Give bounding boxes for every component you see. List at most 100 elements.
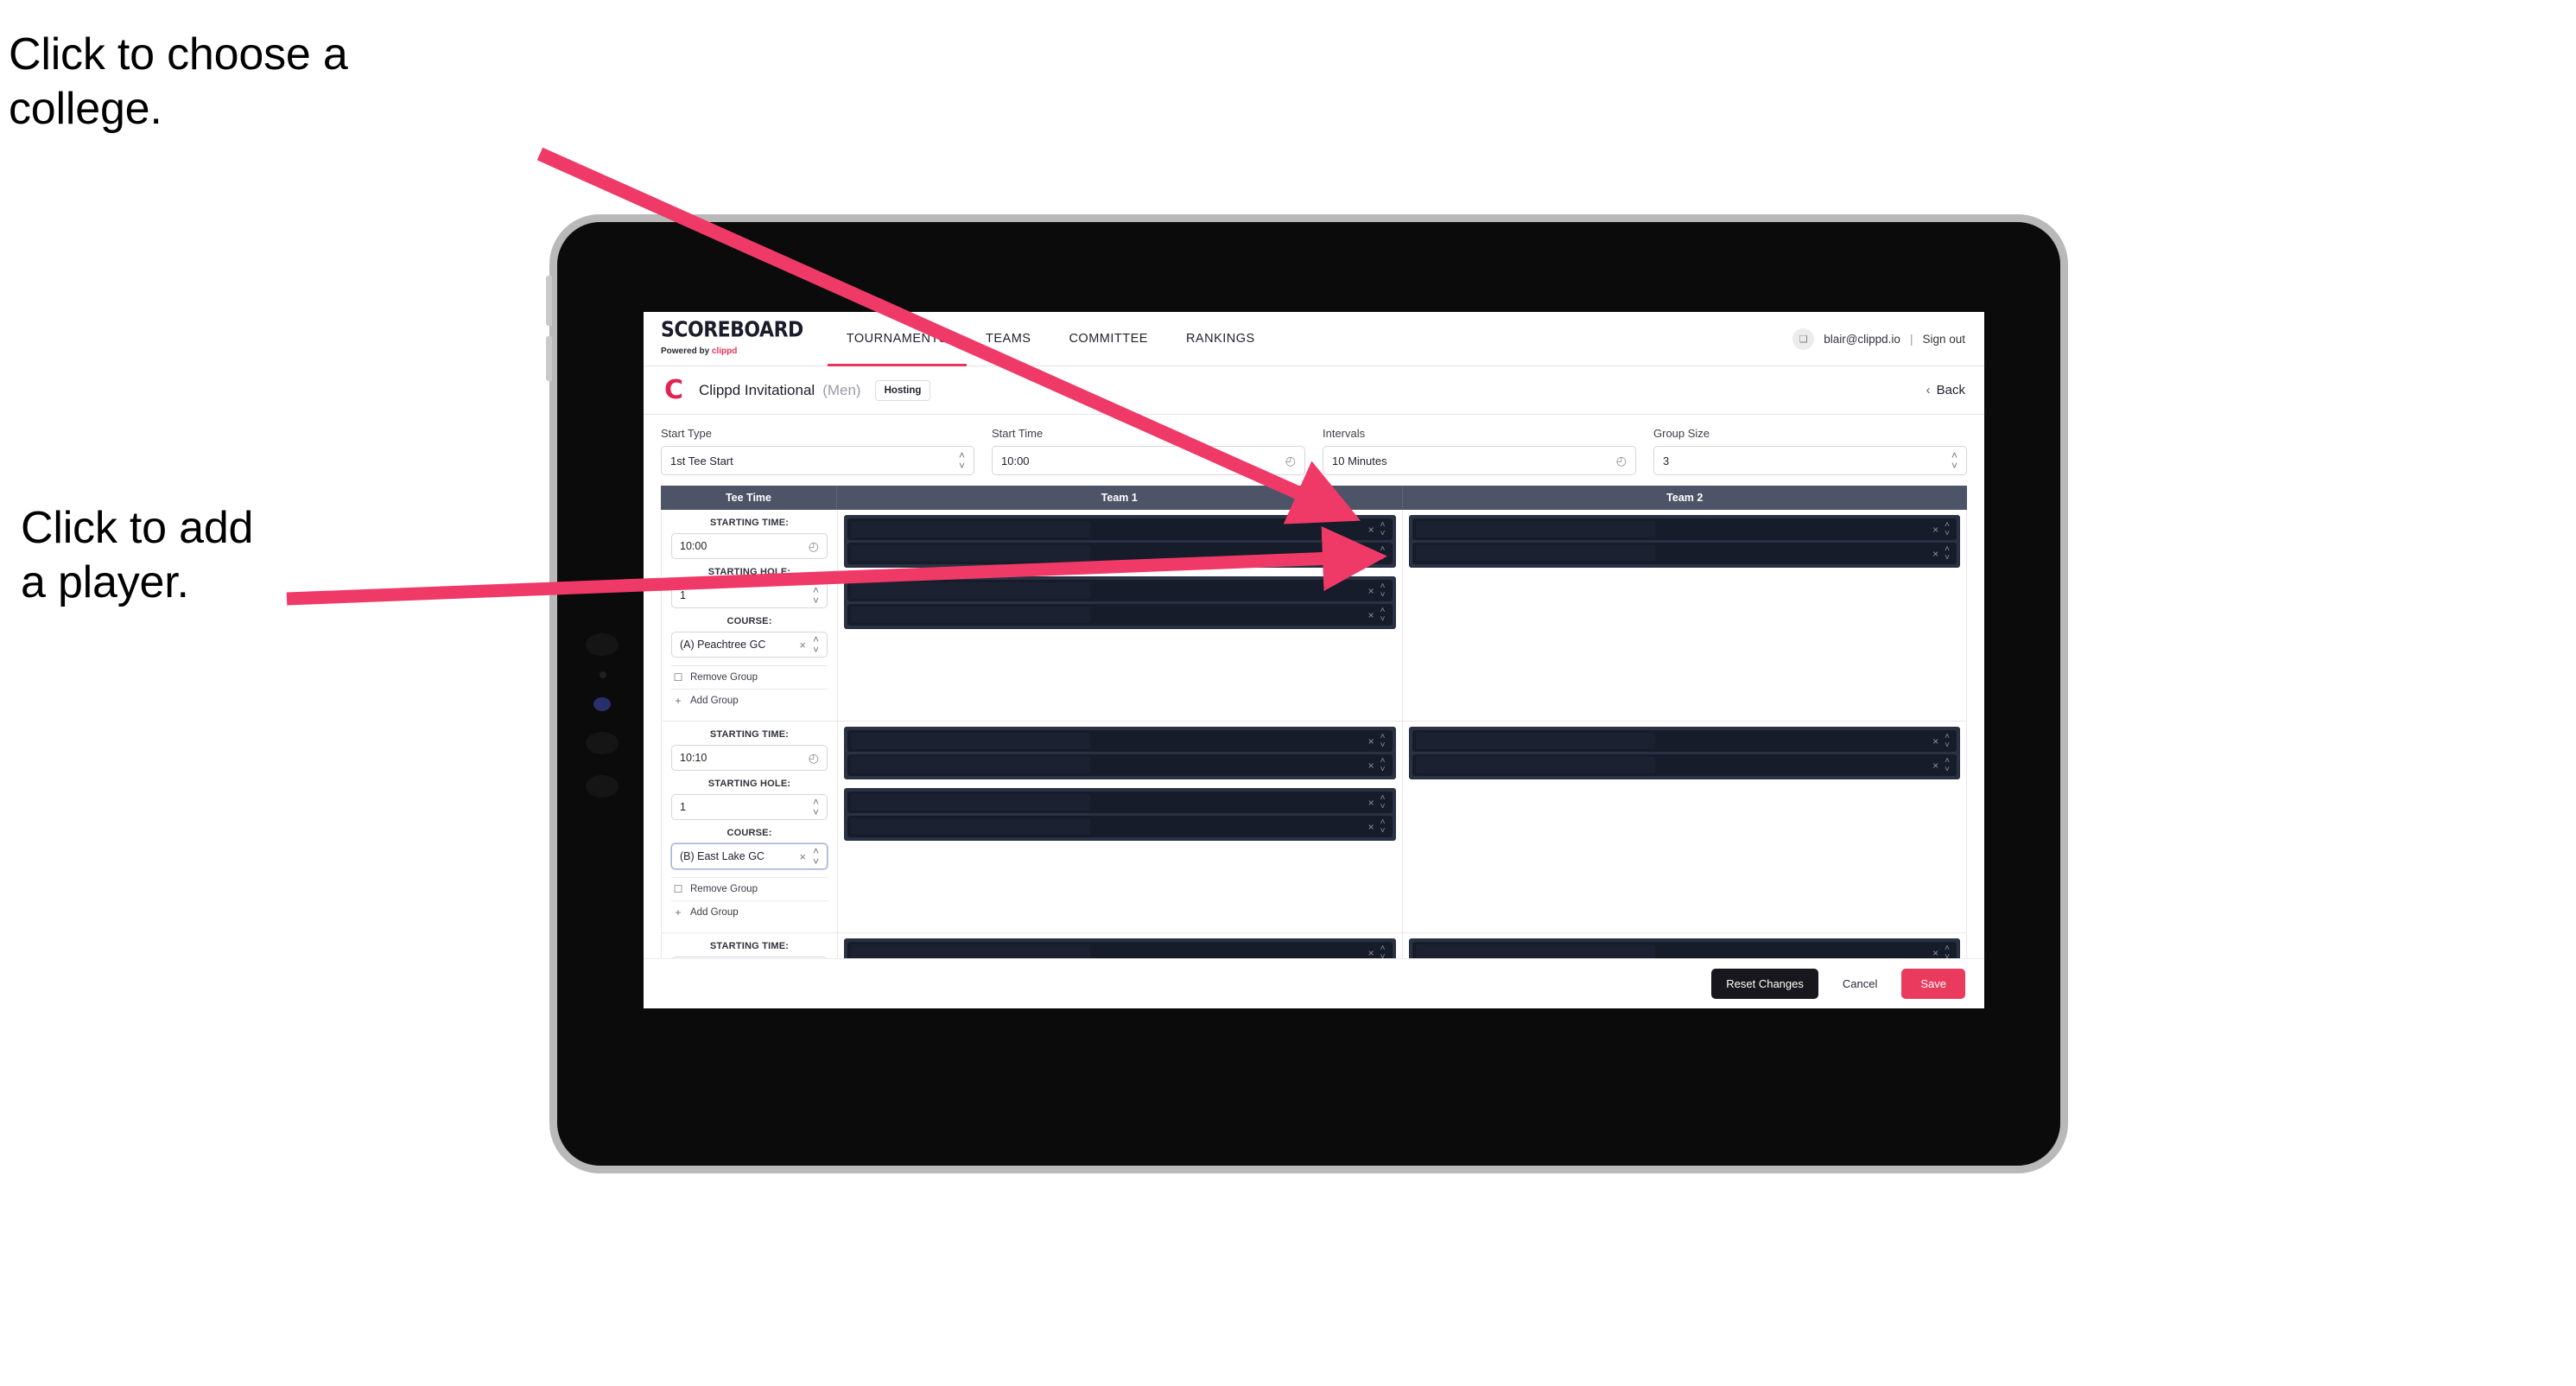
remove-group-button[interactable]: ☐ Remove Group bbox=[671, 665, 828, 689]
chevron-updown-icon[interactable]: ˄ ˅ bbox=[1945, 756, 1950, 774]
group-size-select[interactable]: 3 ˄ ˅ bbox=[1653, 446, 1967, 475]
chevron-updown-icon[interactable]: ˄ ˅ bbox=[1945, 732, 1950, 750]
player-name-placeholder bbox=[851, 794, 1091, 811]
player-group: × ˄˅ × ˄˅ bbox=[844, 576, 1396, 629]
player-slot-row[interactable]: × ˄ ˅ bbox=[847, 580, 1393, 601]
starting-hole-input[interactable]: 1 ˄ ˅ bbox=[671, 794, 828, 820]
starting-hole-label: STARTING HOLE: bbox=[707, 779, 791, 789]
tablet-device-frame: SCOREBOARD Powered by clippd TOURNAMENTS… bbox=[546, 214, 2068, 1173]
logo-tagline-prefix: Powered by bbox=[661, 346, 712, 356]
start-time-input[interactable]: 10:00 ◴ bbox=[992, 446, 1305, 475]
clear-icon[interactable]: × bbox=[1932, 947, 1938, 959]
add-group-button-label: Add Group bbox=[690, 696, 739, 706]
clear-icon[interactable]: × bbox=[799, 850, 806, 863]
app-logo[interactable]: SCOREBOARD Powered by clippd bbox=[661, 312, 828, 366]
chevron-updown-icon[interactable]: ˄ ˅ bbox=[1380, 817, 1386, 836]
clear-icon[interactable]: × bbox=[1932, 548, 1938, 560]
nav-item-committee[interactable]: COMMITTEE bbox=[1050, 313, 1167, 366]
player-slot-row[interactable]: × ˄ ˅ bbox=[847, 942, 1393, 958]
starting-time-input[interactable]: 10:00 ◴ bbox=[671, 533, 828, 559]
screenshot-root: Click to choose a college. Click to add … bbox=[0, 0, 2576, 1386]
chevron-updown-icon[interactable]: ˄ ˅ bbox=[1945, 544, 1950, 563]
chevron-updown-icon[interactable]: ˄ ˅ bbox=[813, 585, 819, 606]
nav-user-area: ❑ blair@clippd.io | Sign out bbox=[1792, 312, 1984, 366]
clear-icon[interactable]: × bbox=[799, 639, 806, 652]
chevron-updown-icon[interactable]: ˄ ˅ bbox=[1380, 520, 1386, 538]
team-1-cell: × ˄˅× ˄˅ bbox=[838, 933, 1402, 958]
scoreboard-app: SCOREBOARD Powered by clippd TOURNAMENTS… bbox=[644, 312, 1984, 1008]
starting-time-input[interactable]: 10:10 ◴ bbox=[671, 745, 828, 771]
back-button[interactable]: ‹ Back bbox=[1926, 383, 1965, 397]
save-button[interactable]: Save bbox=[1901, 969, 1965, 999]
logo-tagline-brand: clippd bbox=[711, 346, 738, 356]
player-slot-row[interactable]: × ˄ ˅ bbox=[847, 730, 1393, 752]
nav-item-rankings[interactable]: RANKINGS bbox=[1167, 313, 1274, 366]
tablet-sensor-icon bbox=[600, 671, 606, 678]
tee-time-row: STARTING TIME:10:20◴STARTING HOLE: × ˄˅ × ˄˅… bbox=[662, 933, 1966, 958]
chevron-updown-icon[interactable]: ˄ ˅ bbox=[1380, 756, 1386, 774]
clear-icon[interactable]: × bbox=[1368, 609, 1374, 621]
starting-time-label: STARTING TIME: bbox=[709, 941, 790, 951]
column-header-team-2: Team 2 bbox=[1401, 486, 1968, 510]
reset-changes-button[interactable]: Reset Changes bbox=[1711, 969, 1818, 999]
player-slot-row[interactable]: × ˄ ˅ bbox=[1412, 730, 1957, 752]
sign-out-link[interactable]: Sign out bbox=[1922, 333, 1965, 346]
chevron-updown-icon[interactable]: ˄ ˅ bbox=[1945, 520, 1950, 538]
cancel-button[interactable]: Cancel bbox=[1832, 969, 1888, 999]
tablet-screen: SCOREBOARD Powered by clippd TOURNAMENTS… bbox=[557, 222, 2060, 1166]
starting-hole-label: STARTING HOLE: bbox=[707, 567, 791, 577]
chevron-updown-icon[interactable]: ˄ ˅ bbox=[813, 846, 819, 867]
add-group-button[interactable]: + Add Group bbox=[671, 900, 828, 924]
player-slot-row[interactable]: × ˄ ˅ bbox=[1412, 518, 1957, 540]
player-slot-row[interactable]: × ˄ ˅ bbox=[1412, 942, 1957, 958]
chevron-updown-icon[interactable]: ˄ ˅ bbox=[1380, 944, 1386, 958]
clear-icon[interactable]: × bbox=[1368, 585, 1374, 597]
clear-icon[interactable]: × bbox=[1368, 735, 1374, 747]
intervals-input[interactable]: 10 Minutes ◴ bbox=[1323, 446, 1636, 475]
clear-icon[interactable]: × bbox=[1368, 524, 1374, 536]
chevron-updown-icon[interactable]: ˄ ˅ bbox=[1380, 606, 1386, 624]
clear-icon[interactable]: × bbox=[1368, 821, 1374, 833]
player-slot-row[interactable]: × ˄ ˅ bbox=[847, 543, 1393, 564]
chevron-updown-icon[interactable]: ˄ ˅ bbox=[1380, 793, 1386, 811]
chevron-updown-icon[interactable]: ˄ ˅ bbox=[1380, 732, 1386, 750]
field-start-time-label: Start Time bbox=[992, 427, 1044, 440]
clear-icon[interactable]: × bbox=[1932, 524, 1938, 536]
clear-icon[interactable]: × bbox=[1932, 735, 1938, 747]
clear-icon[interactable]: × bbox=[1368, 760, 1374, 772]
field-start-type-label: Start Type bbox=[661, 427, 713, 440]
clear-icon[interactable]: × bbox=[1368, 947, 1374, 959]
add-group-button[interactable]: + Add Group bbox=[671, 689, 828, 712]
avatar[interactable]: ❑ bbox=[1792, 327, 1815, 350]
player-slot-row[interactable]: × ˄ ˅ bbox=[847, 754, 1393, 776]
remove-group-button[interactable]: ☐ Remove Group bbox=[671, 877, 828, 900]
nav-item-tournaments[interactable]: TOURNAMENTS bbox=[827, 313, 967, 366]
trash-icon: ☐ bbox=[673, 883, 683, 895]
field-intervals: Intervals 10 Minutes ◴ bbox=[1323, 427, 1636, 475]
chevron-updown-icon[interactable]: ˄ ˅ bbox=[1945, 944, 1950, 958]
player-slot-row[interactable]: × ˄ ˅ bbox=[847, 518, 1393, 540]
course-select[interactable]: (A) Peachtree GC × ˄ ˅ bbox=[671, 632, 828, 658]
player-slot-row[interactable]: × ˄ ˅ bbox=[847, 792, 1393, 813]
player-slot-row[interactable]: × ˄ ˅ bbox=[1412, 543, 1957, 564]
annotation-add-player: Click to add a player. bbox=[21, 503, 254, 608]
player-slot-row[interactable]: × ˄ ˅ bbox=[847, 816, 1393, 837]
chevron-updown-icon[interactable]: ˄ ˅ bbox=[1380, 544, 1386, 563]
clear-icon[interactable]: × bbox=[1932, 760, 1938, 772]
clear-icon[interactable]: × bbox=[1368, 548, 1374, 560]
starting-hole-input[interactable]: 1 ˄ ˅ bbox=[671, 582, 828, 608]
tee-time-cell: STARTING TIME:10:20◴STARTING HOLE: bbox=[662, 933, 838, 958]
chevron-updown-icon[interactable]: ˄ ˅ bbox=[1380, 582, 1386, 600]
action-footer: Reset Changes Cancel Save bbox=[644, 958, 1984, 1008]
course-select[interactable]: (B) East Lake GC × ˄ ˅ bbox=[671, 843, 828, 869]
player-name-placeholder bbox=[851, 582, 1091, 599]
start-type-select[interactable]: 1st Tee Start ˄ ˅ bbox=[661, 446, 974, 475]
player-slot-row[interactable]: × ˄ ˅ bbox=[1412, 754, 1957, 776]
starting-time-label: STARTING TIME: bbox=[709, 518, 790, 528]
chevron-updown-icon[interactable]: ˄ ˅ bbox=[813, 797, 819, 817]
chevron-updown-icon[interactable]: ˄ ˅ bbox=[813, 634, 819, 655]
tee-sheet-settings-row: Start Type 1st Tee Start ˄ ˅ Start Time 1… bbox=[644, 415, 1984, 486]
nav-item-teams[interactable]: TEAMS bbox=[967, 313, 1050, 366]
clear-icon[interactable]: × bbox=[1368, 797, 1374, 809]
player-slot-row[interactable]: × ˄ ˅ bbox=[847, 604, 1393, 626]
